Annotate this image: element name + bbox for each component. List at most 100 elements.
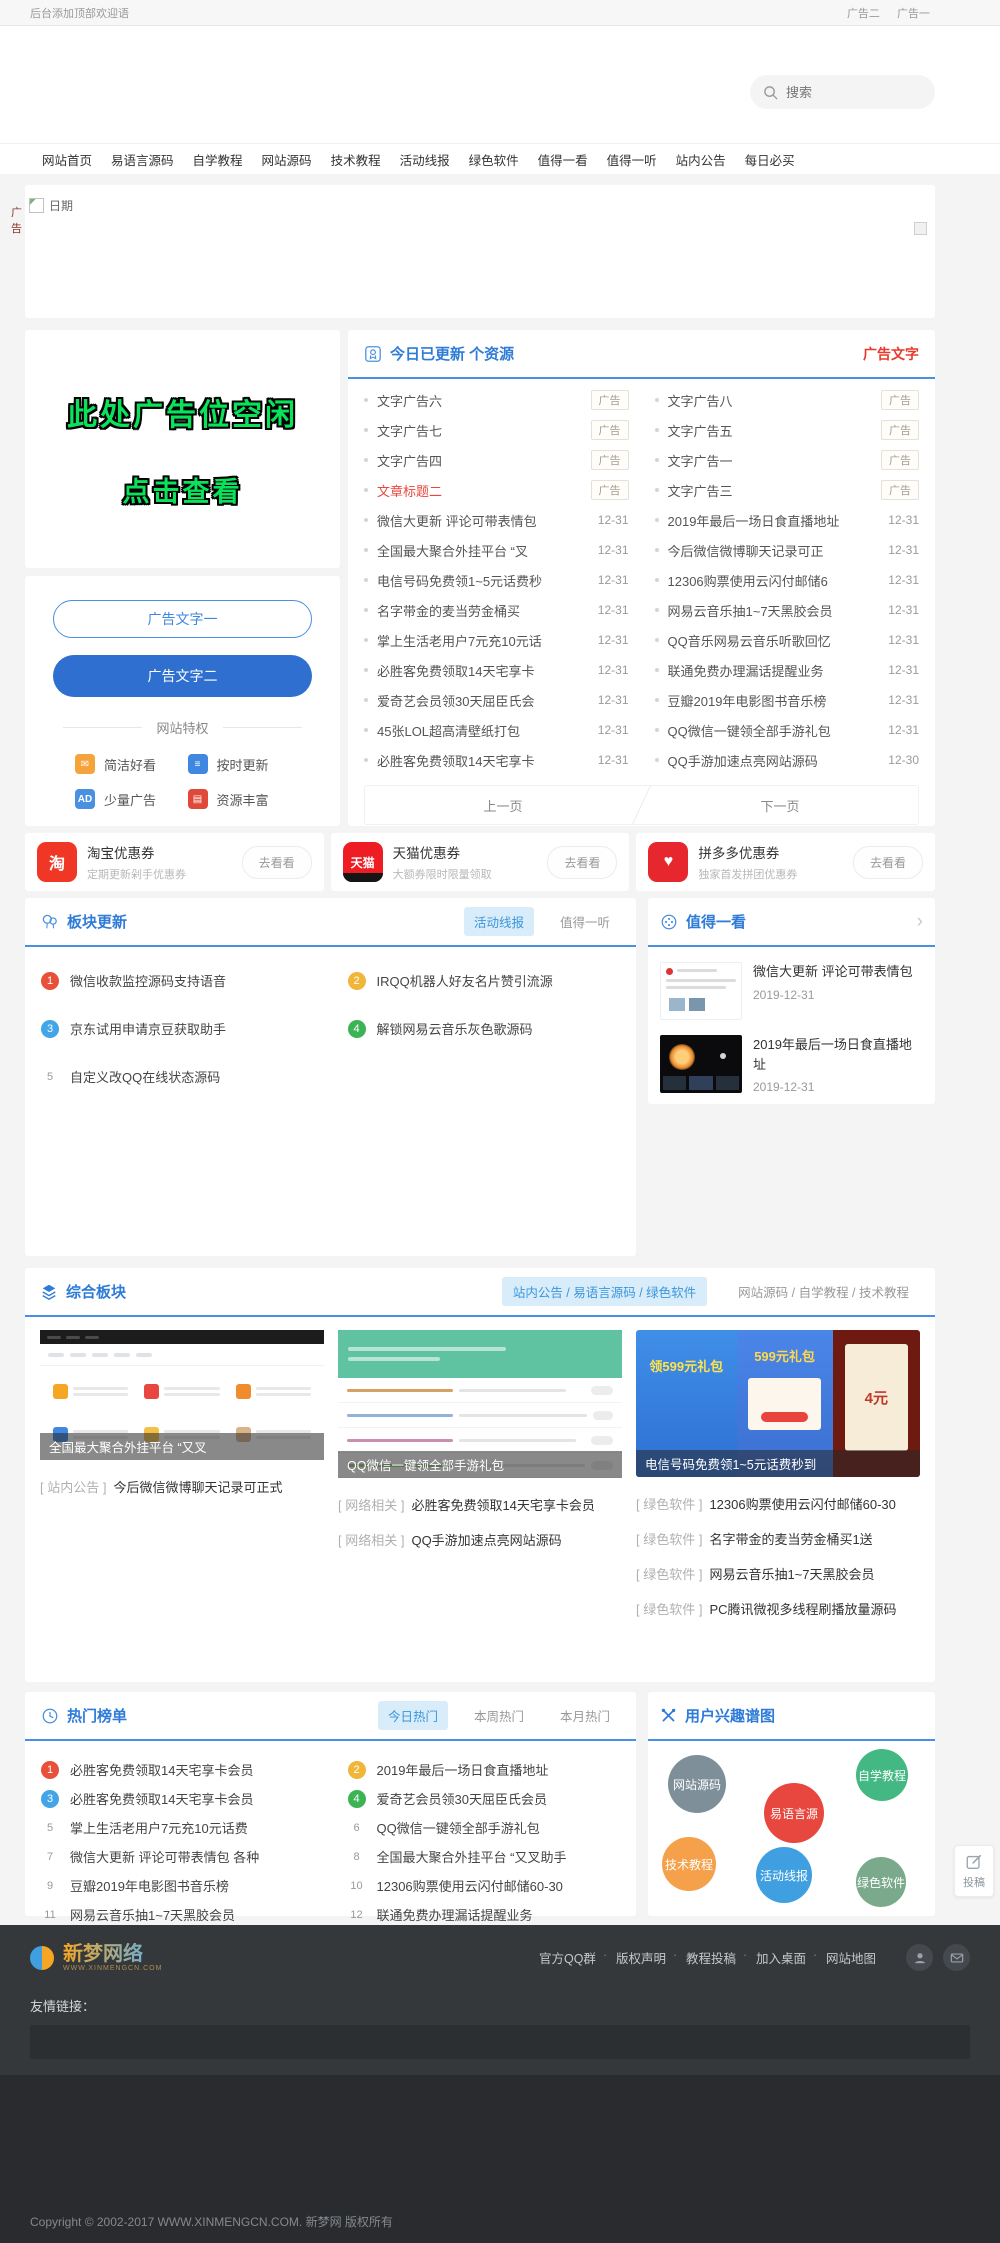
worth-see-item[interactable]: 2019年最后一场日食直播地址 2019-12-31: [660, 1035, 923, 1094]
article-list-item[interactable]: 必胜客免费领取14天宅享卡 12-31: [364, 655, 629, 685]
go-see-button[interactable]: 去看看: [547, 846, 617, 879]
board-list-item[interactable]: 2 IRQQ机器人好友名片赞引流源: [348, 971, 621, 990]
tab-hot-today[interactable]: 今日热门: [378, 1701, 448, 1730]
sidebar-ad-placeholder[interactable]: 此处广告位空闲 点击查看: [25, 330, 340, 568]
article-list-item[interactable]: 名字带金的麦当劳金桶买 12-31: [364, 595, 629, 625]
article-list-item[interactable]: 今后微信微博聊天记录可正 12-31: [655, 535, 920, 565]
tab-hot-week[interactable]: 本周热门: [464, 1701, 534, 1730]
board-list-item[interactable]: 3 京东试用申请京豆获取助手: [41, 1019, 314, 1038]
nav-item[interactable]: 网站首页: [38, 150, 96, 169]
featured-image-link[interactable]: 领599元礼包 599元礼包 4元 电信号码免费领1~5元话费秒到: [636, 1330, 920, 1477]
category-list-item[interactable]: [ 绿色软件 ] 12306购票使用云闪付邮储60-30: [636, 1494, 920, 1513]
nav-item[interactable]: 活动线报: [396, 150, 454, 169]
footer-link[interactable]: 版权声明: [606, 1948, 676, 1967]
nav-item[interactable]: 值得一听: [603, 150, 661, 169]
ad-text-button-two[interactable]: 广告文字二: [53, 655, 312, 697]
article-list-item[interactable]: 爱奇艺会员领30天屈臣氏会 12-31: [364, 685, 629, 715]
article-list-item[interactable]: 文字广告一 广告: [655, 445, 920, 475]
prev-page-button[interactable]: 上一页: [365, 786, 641, 824]
hot-list-item[interactable]: 4 爱奇艺会员领30天屈臣氏会员: [348, 1784, 621, 1813]
article-list-item[interactable]: 文章标题二 广告: [364, 475, 629, 505]
hot-list-item[interactable]: 8 全国最大聚合外挂平台 “又叉助手: [348, 1842, 621, 1871]
friend-links-bar[interactable]: [30, 2025, 970, 2059]
featured-image-link[interactable]: QQ微信一键领全部手游礼包: [338, 1330, 622, 1478]
article-list-item[interactable]: 文字广告五 广告: [655, 415, 920, 445]
topbar-ad-two[interactable]: 广告二: [847, 8, 880, 20]
article-list-item[interactable]: 联通免费办理漏话提醒业务 12-31: [655, 655, 920, 685]
article-list-item[interactable]: QQ手游加速点亮网站源码 12-30: [655, 745, 920, 775]
article-list-item[interactable]: QQ音乐网易云音乐听歌回忆 12-31: [655, 625, 920, 655]
nav-item[interactable]: 网站源码: [258, 150, 316, 169]
hot-list-item[interactable]: 12 联通免费办理漏话提醒业务: [348, 1900, 621, 1929]
footer-link[interactable]: 加入桌面: [746, 1948, 816, 1967]
article-list-item[interactable]: QQ微信一键领全部手游礼包 12-31: [655, 715, 920, 745]
hot-list-item[interactable]: 9 豆瓣2019年电影图书音乐榜: [41, 1871, 314, 1900]
hot-list-item[interactable]: 2 2019年最后一场日食直播地址: [348, 1755, 621, 1784]
nav-item[interactable]: 每日必买: [741, 150, 799, 169]
go-see-button[interactable]: 去看看: [242, 846, 312, 879]
interest-bubble[interactable]: 网站源码: [668, 1755, 726, 1813]
article-list-item[interactable]: 45张LOL超高清壁纸打包 12-31: [364, 715, 629, 745]
search-box[interactable]: [750, 75, 935, 109]
article-list-item[interactable]: 文字广告八 广告: [655, 385, 920, 415]
nav-item[interactable]: 易语言源码: [107, 150, 178, 169]
interest-bubble[interactable]: 自学教程: [856, 1749, 908, 1801]
featured-image-link[interactable]: 全国最大聚合外挂平台 “又叉: [40, 1330, 324, 1460]
hot-list-item[interactable]: 3 必胜客免费领取14天宅享卡会员: [41, 1784, 314, 1813]
category-list-item[interactable]: [ 绿色软件 ] 名字带金的麦当劳金桶买1送: [636, 1529, 920, 1548]
nav-item[interactable]: 自学教程: [189, 150, 247, 169]
article-list-item[interactable]: 微信大更新 评论可带表情包 12-31: [364, 505, 629, 535]
today-ad-text-link[interactable]: 广告文字: [863, 344, 919, 364]
contribute-float-button[interactable]: 投稿: [954, 1845, 994, 1897]
article-list-item[interactable]: 豆瓣2019年电影图书音乐榜 12-31: [655, 685, 920, 715]
hot-list-item[interactable]: 10 12306购票使用云闪付邮储60-30: [348, 1871, 621, 1900]
category-list-item[interactable]: [ 站内公告 ] 今后微信微博聊天记录可正式: [40, 1477, 324, 1496]
hot-list-item[interactable]: 1 必胜客免费领取14天宅享卡会员: [41, 1755, 314, 1784]
footer-link[interactable]: 网站地图: [816, 1948, 886, 1967]
go-see-button[interactable]: 去看看: [853, 846, 923, 879]
tab-worth-listen[interactable]: 值得一听: [550, 907, 620, 936]
article-list-item[interactable]: 电信号码免费领1~5元话费秒 12-31: [364, 565, 629, 595]
category-list-item[interactable]: [ 绿色软件 ] PC腾讯微视多线程刷播放量源码: [636, 1599, 920, 1618]
board-list-item[interactable]: 5 自定义改QQ在线状态源码: [41, 1067, 314, 1086]
article-list-item[interactable]: 文字广告四 广告: [364, 445, 629, 475]
hot-list-item[interactable]: 7 微信大更新 评论可带表情包 各种: [41, 1842, 314, 1871]
article-list-item[interactable]: 文字广告三 广告: [655, 475, 920, 505]
board-list-item[interactable]: 1 微信收款监控源码支持语音: [41, 971, 314, 990]
hot-list-item[interactable]: 5 掌上生活老用户7元充10元话费: [41, 1813, 314, 1842]
user-icon-button[interactable]: [906, 1944, 933, 1971]
tab-hot-month[interactable]: 本月热门: [550, 1701, 620, 1730]
board-list-item[interactable]: 4 解锁网易云音乐灰色歌源码: [348, 1019, 621, 1038]
nav-item[interactable]: 绿色软件: [465, 150, 523, 169]
ad-text-button-one[interactable]: 广告文字一: [53, 600, 312, 638]
hot-list-item[interactable]: 11 网易云音乐抽1~7天黑胶会员: [41, 1900, 314, 1929]
article-list-item[interactable]: 文字广告六 广告: [364, 385, 629, 415]
nav-item[interactable]: 技术教程: [327, 150, 385, 169]
article-list-item[interactable]: 必胜客免费领取14天宅享卡 12-31: [364, 745, 629, 775]
article-list-item[interactable]: 2019年最后一场日食直播地址 12-31: [655, 505, 920, 535]
interest-bubble[interactable]: 技术教程: [662, 1837, 716, 1891]
topbar-ad-one[interactable]: 广告一: [897, 8, 930, 20]
footer-link[interactable]: 官方QQ群: [529, 1948, 606, 1967]
worth-see-item[interactable]: 微信大更新 评论可带表情包 2019-12-31: [660, 962, 923, 1020]
footer-link[interactable]: 教程投稿: [676, 1948, 746, 1967]
chevron-right-icon[interactable]: ›: [917, 912, 923, 931]
article-list-item[interactable]: 网易云音乐抽1~7天黑胶会员 12-31: [655, 595, 920, 625]
nav-item[interactable]: 值得一看: [534, 150, 592, 169]
next-page-button[interactable]: 下一页: [642, 786, 918, 824]
article-list-item[interactable]: 12306购票使用云闪付邮储6 12-31: [655, 565, 920, 595]
search-input[interactable]: [786, 85, 906, 100]
category-list-item[interactable]: [ 绿色软件 ] 网易云音乐抽1~7天黑胶会员: [636, 1564, 920, 1583]
interest-bubble[interactable]: 活动线报: [756, 1847, 812, 1903]
category-list-item[interactable]: [ 网络相关 ] 必胜客免费领取14天宅享卡会员: [338, 1495, 622, 1514]
interest-bubble[interactable]: 绿色软件: [856, 1857, 906, 1907]
tab-group-inactive[interactable]: 网站源码 / 自学教程 / 技术教程: [727, 1277, 920, 1306]
mail-icon-button[interactable]: [943, 1944, 970, 1971]
tab-activity-news[interactable]: 活动线报: [464, 907, 534, 936]
footer-logo[interactable]: 新梦网络 WWW.XINMENGCN.COM: [30, 1943, 162, 1972]
nav-item[interactable]: 站内公告: [672, 150, 730, 169]
interest-bubble[interactable]: 易语言源: [764, 1783, 824, 1843]
article-list-item[interactable]: 全国最大聚合外挂平台 “叉 12-31: [364, 535, 629, 565]
category-list-item[interactable]: [ 网络相关 ] QQ手游加速点亮网站源码: [338, 1530, 622, 1549]
hot-list-item[interactable]: 6 QQ微信一键领全部手游礼包: [348, 1813, 621, 1842]
